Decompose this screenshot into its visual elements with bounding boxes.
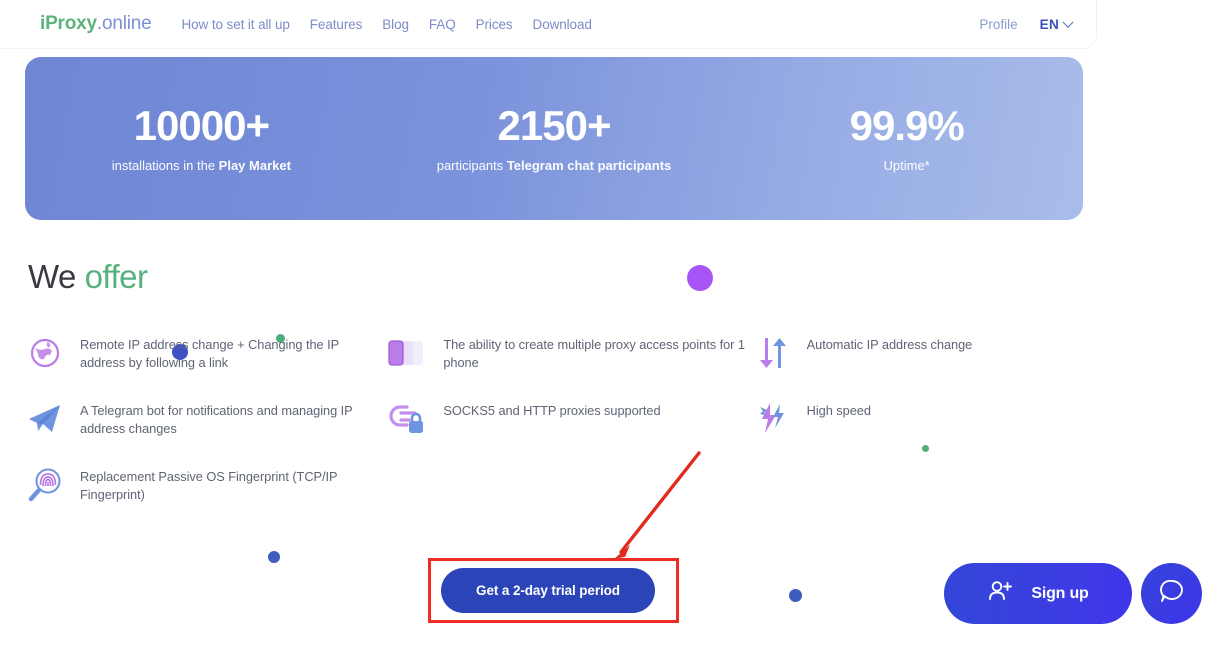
feature-empty-b bbox=[749, 462, 1112, 508]
chat-bubble-icon bbox=[1158, 577, 1186, 610]
feature-high-speed: High speed bbox=[749, 396, 1112, 442]
page-title-plain: We bbox=[28, 258, 85, 295]
signup-label: Sign up bbox=[1031, 584, 1089, 602]
stat-uptime: 99.9% Uptime* bbox=[730, 102, 1083, 173]
feature-label: Replacement Passive OS Fingerprint (TCP/… bbox=[80, 469, 338, 503]
chat-button[interactable] bbox=[1141, 563, 1202, 624]
stats-banner: 10000+ installations in the Play Market … bbox=[25, 57, 1083, 220]
nav-prices[interactable]: Prices bbox=[476, 17, 513, 32]
nav-blog[interactable]: Blog bbox=[382, 17, 409, 32]
dot-blue-small-right bbox=[789, 589, 802, 602]
features-row-1: Remote IP address change + Changing the … bbox=[22, 330, 1112, 376]
page-title-accent: offer bbox=[84, 258, 148, 295]
stat-value: 99.9% bbox=[849, 102, 965, 150]
site-logo[interactable]: iProxy.online bbox=[40, 13, 152, 35]
feature-label: Automatic IP address change bbox=[806, 337, 973, 352]
nav-features[interactable]: Features bbox=[310, 17, 363, 32]
chevron-down-icon bbox=[1062, 16, 1074, 28]
page-title: We offer bbox=[28, 258, 148, 296]
feature-os-fingerprint: Replacement Passive OS Fingerprint (TCP/… bbox=[22, 462, 385, 508]
up-down-arrows-icon bbox=[749, 330, 795, 376]
stat-label: participants Telegram chat participants bbox=[378, 158, 731, 173]
plug-lock-icon bbox=[385, 396, 431, 442]
feature-label: The ability to create multiple proxy acc… bbox=[443, 337, 745, 371]
page-root: iProxy.online How to set it all up Featu… bbox=[0, 0, 1216, 658]
logo-secondary: .online bbox=[96, 13, 152, 34]
stat-label-prefix: Uptime* bbox=[883, 157, 930, 173]
stat-value: 10000+ bbox=[133, 102, 270, 150]
feature-remote-ip-change: Remote IP address change + Changing the … bbox=[22, 330, 385, 376]
site-header: iProxy.online How to set it all up Featu… bbox=[0, 0, 1097, 49]
feature-label: SOCKS5 and HTTP proxies supported bbox=[443, 403, 661, 418]
features-grid: Remote IP address change + Changing the … bbox=[22, 330, 1112, 528]
user-add-icon bbox=[987, 579, 1013, 608]
stat-value: 2150+ bbox=[497, 102, 612, 150]
lightning-icon bbox=[749, 396, 795, 442]
language-selector[interactable]: EN bbox=[1039, 16, 1074, 32]
stat-telegram-participants: 2150+ participants Telegram chat partici… bbox=[378, 102, 731, 173]
feature-label: A Telegram bot for notifications and man… bbox=[80, 403, 353, 437]
stat-label-prefix: installations in the bbox=[111, 157, 219, 173]
stat-label-prefix: participants bbox=[436, 157, 507, 173]
main-nav: How to set it all up Features Blog FAQ P… bbox=[181, 17, 591, 32]
language-label: EN bbox=[1039, 17, 1059, 32]
feature-label: High speed bbox=[806, 403, 871, 418]
feature-telegram-bot: A Telegram bot for notifications and man… bbox=[22, 396, 385, 442]
feature-multiple-access-points: The ability to create multiple proxy acc… bbox=[385, 330, 748, 376]
multi-card-icon bbox=[385, 330, 431, 376]
stat-label-bold: Play Market bbox=[218, 157, 291, 173]
fingerprint-magnifier-icon bbox=[22, 462, 68, 508]
features-row-2: A Telegram bot for notifications and man… bbox=[22, 396, 1112, 442]
dot-purple-large bbox=[687, 265, 713, 291]
stat-installations: 10000+ installations in the Play Market bbox=[25, 102, 378, 173]
stat-label-bold: Telegram chat participants bbox=[506, 157, 672, 173]
feature-automatic-ip-change: Automatic IP address change bbox=[749, 330, 1112, 376]
nav-how-to[interactable]: How to set it all up bbox=[181, 17, 289, 32]
signup-button[interactable]: Sign up bbox=[944, 563, 1132, 624]
globe-icon bbox=[22, 330, 68, 376]
stat-label: installations in the Play Market bbox=[25, 158, 378, 173]
telegram-icon bbox=[22, 396, 68, 442]
feature-label: Remote IP address change + Changing the … bbox=[80, 337, 339, 371]
annotation-arrow-icon bbox=[614, 451, 701, 559]
dot-blue-small-left bbox=[268, 551, 280, 563]
feature-socks5-http: SOCKS5 and HTTP proxies supported bbox=[385, 396, 748, 442]
trial-button[interactable]: Get a 2-day trial period bbox=[441, 568, 655, 613]
logo-primary: iProxy bbox=[40, 13, 97, 34]
profile-link[interactable]: Profile bbox=[979, 17, 1017, 32]
nav-download[interactable]: Download bbox=[533, 17, 592, 32]
stat-label: Uptime* bbox=[730, 158, 1083, 173]
features-row-3: Replacement Passive OS Fingerprint (TCP/… bbox=[22, 462, 1112, 508]
nav-faq[interactable]: FAQ bbox=[429, 17, 456, 32]
header-right-group: Profile EN bbox=[979, 0, 1074, 49]
